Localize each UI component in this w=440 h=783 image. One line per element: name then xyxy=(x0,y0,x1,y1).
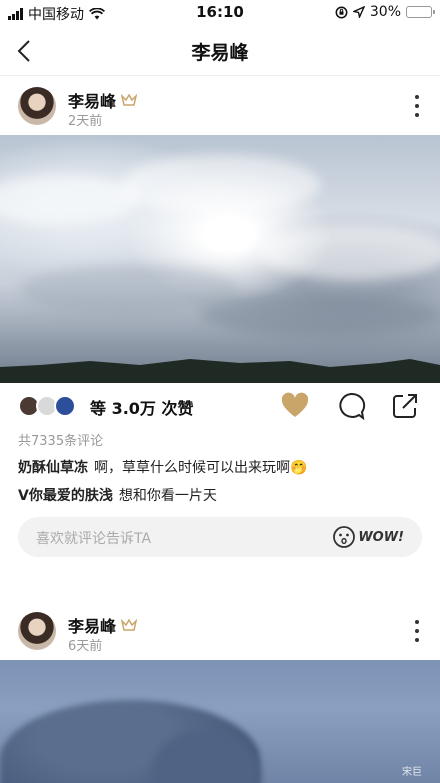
post-time: 2天前 xyxy=(68,114,103,129)
status-right: 30% xyxy=(335,4,435,20)
post-photo[interactable]: 宋巨 xyxy=(0,660,440,783)
avatar[interactable] xyxy=(18,612,56,650)
battery-icon xyxy=(406,6,435,18)
vip-badge-icon xyxy=(121,94,138,106)
author-row: 李易峰 xyxy=(68,613,138,637)
wow-face-icon xyxy=(333,526,356,548)
orientation-lock-icon xyxy=(335,6,348,18)
comment-text: 啊，草草什么时候可以出来玩啊🤭 xyxy=(94,460,308,476)
status-bar: 中国移动 16:10 30% xyxy=(0,0,440,24)
vip-badge-icon xyxy=(121,619,138,631)
likers-avatars[interactable] xyxy=(18,395,76,417)
comment-text: 想和你看一片天 xyxy=(118,488,217,504)
comment-item[interactable]: 奶酥仙草冻 啊，草草什么时候可以出来玩啊🤭 xyxy=(18,457,307,477)
comment-count[interactable]: 共7335条评论 xyxy=(18,430,103,449)
post-card: 李易峰 2天前 等 3.0万 次赞 共7335条评论 奶酥仙草冻 啊，草草什么时候… xyxy=(0,77,440,557)
hills-silhouette xyxy=(0,359,440,383)
post-photo[interactable] xyxy=(0,135,440,383)
page-title: 李易峰 xyxy=(191,42,249,64)
battery-percent: 30% xyxy=(369,4,401,20)
wow-button[interactable]: WOW! xyxy=(332,525,404,549)
wow-label: WOW! xyxy=(358,529,404,545)
author-row: 李易峰 xyxy=(68,88,138,112)
watermark-text: 宋巨 xyxy=(402,767,422,778)
more-options-icon[interactable] xyxy=(412,95,422,117)
author-name[interactable]: 李易峰 xyxy=(68,613,116,637)
comment-input[interactable]: 喜欢就评论告诉TA WOW! xyxy=(18,517,422,557)
comment-user[interactable]: 奶酥仙草冻 xyxy=(18,460,88,476)
likes-count[interactable]: 等 3.0万 次赞 xyxy=(90,395,194,419)
comment-icon[interactable] xyxy=(336,391,366,421)
post-card: 李易峰 6天前 宋巨 xyxy=(0,602,440,783)
nav-bar: 李易峰 xyxy=(0,24,440,76)
comment-placeholder: 喜欢就评论告诉TA xyxy=(36,531,152,547)
post-header: 李易峰 6天前 xyxy=(0,602,440,660)
post-header: 李易峰 2天前 xyxy=(0,77,440,135)
like-heart-icon[interactable] xyxy=(280,391,310,421)
post-time: 6天前 xyxy=(68,639,103,654)
comment-user[interactable]: V你最爱的肤浅 xyxy=(18,488,113,504)
comment-item[interactable]: V你最爱的肤浅 想和你看一片天 xyxy=(18,485,217,505)
liker-avatar xyxy=(54,395,76,417)
location-icon xyxy=(352,6,365,18)
author-name[interactable]: 李易峰 xyxy=(68,88,116,112)
more-options-icon[interactable] xyxy=(412,620,422,642)
avatar[interactable] xyxy=(18,87,56,125)
action-bar: 等 3.0万 次赞 xyxy=(0,383,440,429)
share-icon[interactable] xyxy=(390,391,420,421)
